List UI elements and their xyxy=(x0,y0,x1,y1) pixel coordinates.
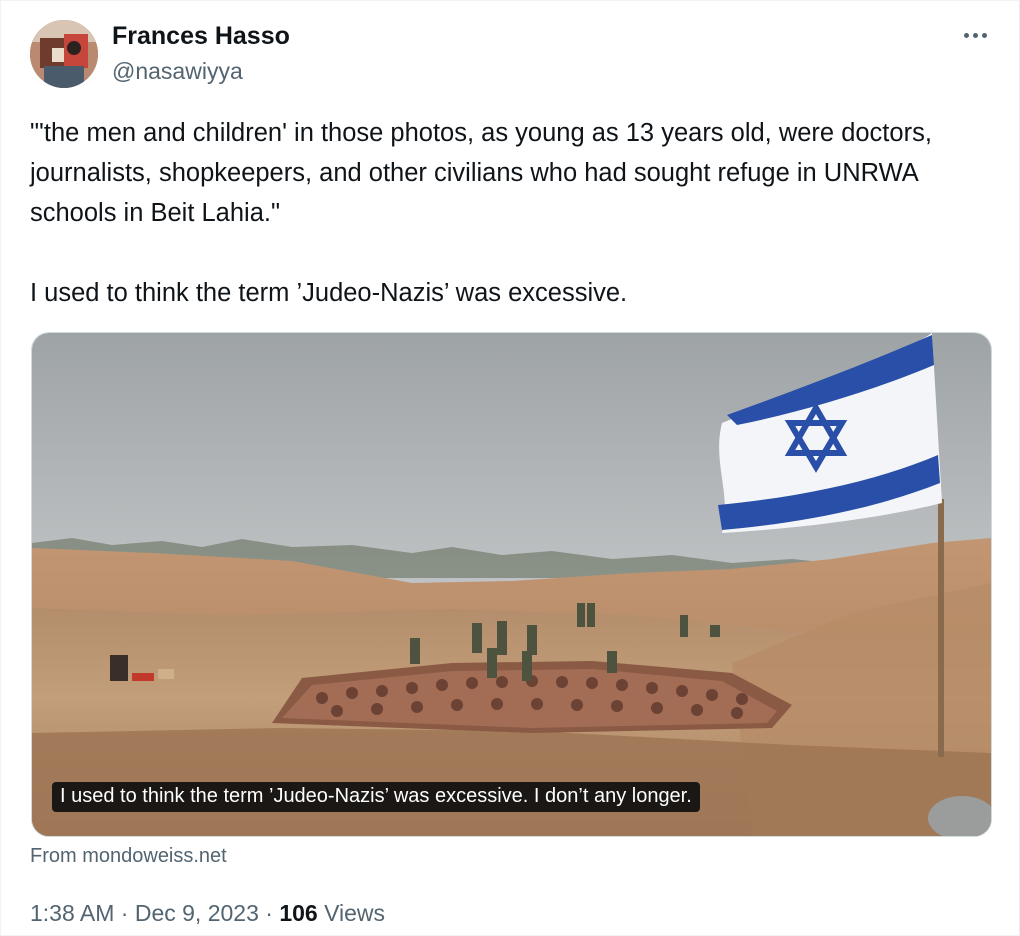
tweet-timestamp-link[interactable]: 1:38 AM · Dec 9, 2023 xyxy=(30,900,259,926)
avatar-image xyxy=(30,20,98,88)
dot-icon xyxy=(981,32,987,38)
tweet-text: "'the men and children' in those photos,… xyxy=(30,113,990,313)
tweet-paragraph: I used to think the term ’Judeo-Nazis’ w… xyxy=(30,279,628,307)
tweet-meta: 1:38 AM · Dec 9, 2023 · 106 Views xyxy=(30,900,385,927)
dot-icon xyxy=(972,32,978,38)
meta-separator: · xyxy=(265,900,273,926)
tweet-time: 1:38 AM xyxy=(30,900,115,926)
avatar[interactable] xyxy=(30,20,98,88)
more-options-icon[interactable] xyxy=(958,24,992,46)
tweet-paragraph: "'the men and children' in those photos,… xyxy=(30,119,932,227)
media-source-link[interactable]: From mondoweiss.net xyxy=(30,845,227,868)
views-count[interactable]: 106 xyxy=(279,900,317,926)
author-name[interactable]: Frances Hasso xyxy=(112,22,290,51)
photo-desert-flag xyxy=(32,333,991,836)
views-label: Views xyxy=(324,900,386,926)
meta-separator: · xyxy=(120,900,129,926)
media-image[interactable] xyxy=(31,332,992,837)
tweet-date: Dec 9, 2023 xyxy=(134,900,259,926)
video-caption: I used to think the term ’Judeo-Nazis’ w… xyxy=(52,782,700,812)
dot-icon xyxy=(963,32,969,38)
author-handle[interactable]: @nasawiyya xyxy=(112,58,243,85)
